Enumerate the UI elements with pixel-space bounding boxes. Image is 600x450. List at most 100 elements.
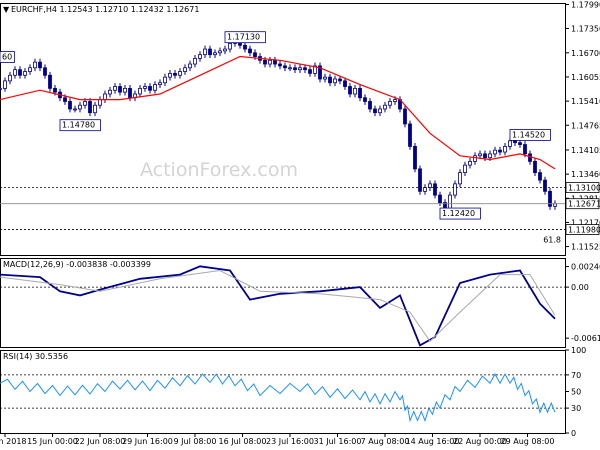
rsi-y-tick-label: 100 xyxy=(571,346,586,355)
candle-body xyxy=(218,50,222,54)
candle-body xyxy=(223,48,227,52)
candle-body xyxy=(408,123,412,147)
x-axis-tick-label: 29 Jun 16:00 xyxy=(122,437,173,446)
candle-body xyxy=(343,80,347,87)
price-annotation-label: 1.14780 xyxy=(62,121,95,130)
fib-level-label: 61.8 xyxy=(543,235,561,244)
candle-body xyxy=(373,108,377,114)
header-symbol-ohlc: EURCHF,H4 1.12543 1.12710 1.12432 1.1267… xyxy=(11,5,199,14)
candle-body xyxy=(423,187,427,192)
candle-body xyxy=(128,87,132,99)
macd-signal-line xyxy=(0,269,556,342)
price-y-tick-label: 1.16700 xyxy=(571,49,600,58)
moving-average-line xyxy=(0,55,556,170)
candle-body xyxy=(393,99,397,102)
macd-y-tick-label: 0.00 xyxy=(571,283,589,292)
candle-body xyxy=(193,58,197,65)
macd-line xyxy=(0,265,556,347)
candle-body xyxy=(533,160,537,174)
candle-body xyxy=(433,183,437,196)
macd-title: MACD(12,26,9) -0.003838 -0.003399 xyxy=(3,260,151,269)
rsi-y-tick-label: 70 xyxy=(571,371,581,380)
candle-body xyxy=(243,44,247,50)
candle-body xyxy=(143,86,147,89)
candle-body xyxy=(93,104,97,114)
x-axis-tick-label: 31 Jul 16:00 xyxy=(314,437,362,446)
macd-y-tick-label: 0.002469 xyxy=(571,263,600,272)
chart-canvas: ▼ EURCHF,H4 1.12543 1.12710 1.12432 1.126… xyxy=(0,0,600,446)
price-y-tick-label: 1.14105 xyxy=(571,146,600,155)
candle-body xyxy=(118,86,122,93)
candle-body xyxy=(138,87,142,95)
candle-body xyxy=(293,67,297,71)
candle-body xyxy=(8,74,12,82)
candle-body xyxy=(538,172,542,181)
candle-body xyxy=(498,149,502,153)
rsi-y-tick-label: 30 xyxy=(571,404,581,413)
x-axis-tick-label: 22 Aug 00:00 xyxy=(453,437,507,446)
candle-body xyxy=(378,108,382,114)
candle-body xyxy=(478,153,482,157)
candle-body xyxy=(198,54,202,59)
candle-body xyxy=(208,48,212,56)
price-annotation-label: 1.14520 xyxy=(512,130,545,139)
price-annotation-label: 1.12420 xyxy=(442,209,475,218)
candle-body xyxy=(338,78,342,82)
x-axis-tick-label: 15 Jun 00:00 xyxy=(27,437,78,446)
candle-body xyxy=(68,101,72,110)
candle-body xyxy=(278,63,282,67)
candle-body xyxy=(403,108,407,125)
candle-body xyxy=(213,52,217,56)
candle-body xyxy=(88,101,92,114)
candle-body xyxy=(0,87,2,90)
candle-body xyxy=(453,183,457,196)
candle-body xyxy=(328,76,332,84)
candle-body xyxy=(153,84,157,91)
rsi-title: RSI(14) 30.5356 xyxy=(3,352,68,361)
level-label: 1.11980 xyxy=(568,226,600,235)
candle-body xyxy=(63,97,67,102)
price-y-tick-label: 1.14765 xyxy=(571,121,600,130)
candle-body xyxy=(333,78,337,84)
price-y-tick-label: 1.17990 xyxy=(571,0,600,9)
price-annotation-label: 60 xyxy=(2,53,12,62)
candle-body xyxy=(368,101,372,110)
candle-body xyxy=(383,104,387,110)
x-axis-tick-label: 22 Jun 08:00 xyxy=(75,437,126,446)
rsi-panel-border xyxy=(0,350,566,434)
rsi-line xyxy=(0,373,556,423)
header-arrow-icon: ▼ xyxy=(3,5,10,14)
candle-body xyxy=(158,82,162,86)
candle-body xyxy=(73,108,77,111)
candle-body xyxy=(53,87,57,93)
candle-body xyxy=(28,67,32,72)
candle-body xyxy=(248,48,252,54)
candle-body xyxy=(108,89,112,95)
candle-body xyxy=(513,140,517,144)
price-y-tick-label: 1.13460 xyxy=(571,170,600,179)
candle-body xyxy=(388,101,392,106)
candle-body xyxy=(298,67,302,71)
rsi-y-tick-label: 0 xyxy=(571,429,576,438)
candle-body xyxy=(483,153,487,159)
x-axis-tick-label: 7 Jun 2018 xyxy=(0,437,27,446)
candle-body xyxy=(428,183,432,189)
candle-body xyxy=(358,87,362,99)
candle-body xyxy=(348,86,352,95)
candle-body xyxy=(203,48,207,56)
candle-body xyxy=(508,140,512,147)
candle-body xyxy=(48,74,52,89)
candle-body xyxy=(13,69,17,76)
price-y-tick-label: 1.17350 xyxy=(571,24,600,33)
candle-body xyxy=(308,69,312,74)
x-axis-tick-label: 16 Jul 08:00 xyxy=(219,437,267,446)
macd-y-tick-label: -0.006136 xyxy=(571,334,600,343)
candle-body xyxy=(98,99,102,106)
candle-body xyxy=(488,153,492,159)
price-y-tick-label: 1.11525 xyxy=(571,243,600,252)
x-axis-tick-label: 14 Aug 16:00 xyxy=(406,437,460,446)
candle-body xyxy=(123,87,127,93)
candle-body xyxy=(38,61,42,69)
candle-body xyxy=(528,153,532,162)
x-axis-tick-label: 9 Jul 08:00 xyxy=(174,437,217,446)
